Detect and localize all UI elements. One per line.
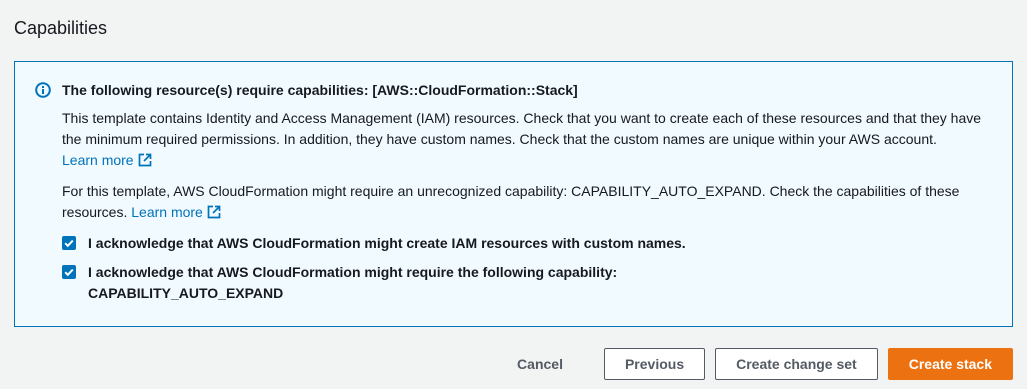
ack-auto-expand[interactable]: I acknowledge that AWS CloudFormation mi… — [62, 262, 1002, 304]
learn-more-link[interactable]: Learn more — [62, 152, 152, 168]
checkmark-icon — [64, 268, 74, 277]
capability-description: For this template, AWS CloudFormation mi… — [62, 181, 1002, 223]
checkmark-icon — [64, 239, 74, 248]
previous-button[interactable]: Previous — [603, 348, 706, 380]
create-change-set-button[interactable]: Create change set — [715, 348, 878, 380]
external-link-icon — [138, 152, 152, 167]
learn-more-label: Learn more — [62, 152, 134, 168]
external-link-icon — [207, 204, 221, 219]
info-icon — [35, 82, 51, 98]
iam-description-text: This template contains Identity and Acce… — [62, 110, 982, 147]
iam-description: This template contains Identity and Acce… — [62, 108, 1002, 171]
alert-heading: The following resource(s) require capabi… — [62, 82, 578, 98]
ack-iam-checkbox[interactable] — [62, 236, 76, 250]
ack-auto-expand-label: I acknowledge that AWS CloudFormation mi… — [88, 264, 618, 301]
create-stack-button[interactable]: Create stack — [887, 348, 1013, 380]
capabilities-page: Capabilities The following resource(s) r… — [0, 0, 1027, 389]
ack-iam-label: I acknowledge that AWS CloudFormation mi… — [88, 235, 686, 251]
cancel-button[interactable]: Cancel — [496, 348, 584, 380]
ack-auto-expand-checkbox[interactable] — [62, 265, 76, 279]
form-actions: Cancel Previous Create change set Create… — [496, 348, 1013, 380]
learn-more-link[interactable]: Learn more — [131, 204, 221, 220]
learn-more-label: Learn more — [131, 204, 203, 220]
alert-content: The following resource(s) require capabi… — [62, 80, 1002, 304]
ack-iam-resources[interactable]: I acknowledge that AWS CloudFormation mi… — [62, 233, 1002, 254]
section-title: Capabilities — [14, 18, 108, 38]
capabilities-alert: The following resource(s) require capabi… — [14, 61, 1013, 327]
